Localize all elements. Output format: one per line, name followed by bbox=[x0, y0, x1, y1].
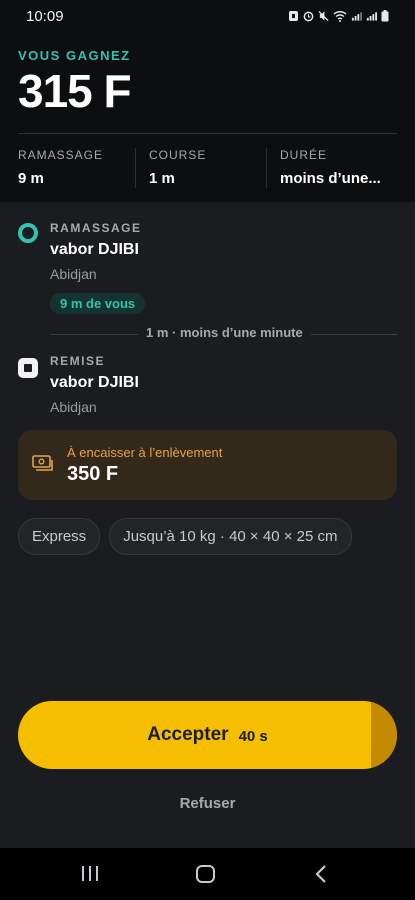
mute-icon bbox=[318, 10, 329, 22]
stat-course: COURSE 1 m bbox=[135, 148, 266, 188]
status-bar: 10:09 bbox=[0, 0, 415, 34]
dropoff-stop: REMISE vabor DJIBI Abidjan bbox=[50, 354, 139, 415]
cash-to-collect: À encaisser à l’enlèvement 350 F bbox=[18, 430, 397, 500]
dropoff-label: REMISE bbox=[50, 354, 106, 368]
accept-button[interactable]: Accepter 40 s bbox=[18, 701, 397, 769]
trip-stats: RAMASSAGE 9 m COURSE 1 m DURÉE moins d’u… bbox=[18, 148, 397, 188]
pickup-label: RAMASSAGE bbox=[50, 221, 142, 235]
accept-countdown: 40 s bbox=[238, 727, 268, 745]
cash-amount: 350 F bbox=[67, 463, 119, 485]
earnings-header: VOUS GAGNEZ 315 F RAMASSAGE 9 m COURSE 1… bbox=[0, 34, 415, 202]
offer-details: RAMASSAGE vabor DJIBI Abidjan 9 m de vou… bbox=[0, 202, 415, 848]
route-summary: 1 m · moins d’une minute bbox=[138, 325, 311, 340]
stat-label: RAMASSAGE bbox=[18, 148, 104, 162]
status-icons bbox=[288, 10, 389, 22]
system-nav-bar bbox=[0, 848, 415, 900]
stat-value: moins d’une... bbox=[280, 170, 381, 187]
stat-value: 9 m bbox=[18, 170, 44, 187]
stat-pickup: RAMASSAGE 9 m bbox=[18, 148, 135, 188]
dropoff-marker-icon bbox=[18, 358, 38, 378]
chip-package-size: Jusqu’à 10 kg · 40 × 40 × 25 cm bbox=[109, 518, 352, 555]
notification-icon bbox=[289, 11, 298, 21]
signal-icon bbox=[351, 12, 362, 21]
pickup-city: Abidjan bbox=[50, 266, 97, 282]
dropoff-city: Abidjan bbox=[50, 399, 97, 415]
accept-label: Accepter bbox=[147, 724, 229, 745]
package-tags: Express Jusqu’à 10 kg · 40 × 40 × 25 cm bbox=[18, 518, 352, 555]
battery-icon bbox=[381, 10, 389, 22]
earnings-amount: 315 F bbox=[18, 65, 132, 117]
pickup-marker-icon bbox=[18, 223, 38, 243]
dropoff-name: vabor DJIBI bbox=[50, 374, 139, 391]
status-time: 10:09 bbox=[26, 8, 64, 25]
header-divider bbox=[18, 133, 397, 134]
recents-icon[interactable] bbox=[80, 865, 100, 882]
stat-label: DURÉE bbox=[280, 148, 328, 162]
chip-service: Express bbox=[18, 518, 101, 555]
cash-icon bbox=[32, 455, 53, 471]
refuse-button[interactable]: Refuser bbox=[0, 795, 415, 812]
stat-value: 1 m bbox=[149, 170, 175, 187]
back-icon[interactable] bbox=[313, 864, 329, 884]
pickup-stop: RAMASSAGE vabor DJIBI Abidjan 9 m de vou… bbox=[50, 221, 146, 314]
earnings-label: VOUS GAGNEZ bbox=[18, 48, 131, 63]
stat-label: COURSE bbox=[149, 148, 207, 162]
stat-duration: DURÉE moins d’une... bbox=[266, 148, 397, 188]
home-icon[interactable] bbox=[196, 865, 215, 883]
signal-icon bbox=[366, 12, 377, 21]
distance-badge: 9 m de vous bbox=[50, 293, 146, 314]
accept-button-content: Accepter 40 s bbox=[18, 701, 397, 769]
alarm-icon bbox=[303, 11, 314, 22]
wifi-icon bbox=[333, 11, 347, 22]
pickup-name: vabor DJIBI bbox=[50, 241, 139, 258]
cash-label: À encaisser à l’enlèvement bbox=[67, 445, 223, 460]
